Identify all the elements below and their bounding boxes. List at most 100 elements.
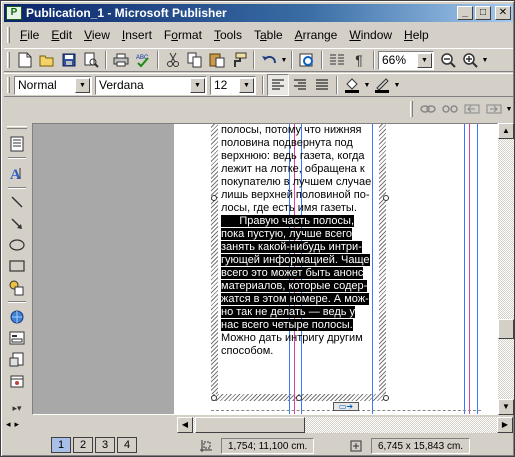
menu-view[interactable]: View [78,28,116,42]
menu-insert[interactable]: Insert [116,28,158,42]
line-color-chevron-down-icon[interactable]: ▼ [393,82,401,89]
fill-color-chevron-down-icon[interactable]: ▼ [363,82,371,89]
spelling-icon[interactable]: ABC [132,49,154,71]
form-control-icon[interactable] [6,328,28,349]
toolbar-options-chevron-down-icon[interactable]: ▼ [481,57,489,64]
align-left-icon[interactable] [267,74,289,96]
previous-frame-icon[interactable] [461,98,483,120]
scroll-right-icon[interactable]: ▸ [15,419,20,430]
arrow-tool-icon[interactable] [6,213,28,234]
zoom-combo[interactable]: 66% ▼ [378,50,434,70]
text-line[interactable]: лежит на лотке, обращена к [221,163,374,176]
columns-icon[interactable] [326,49,348,71]
text-line[interactable]: лишь верхней половиной по- [221,189,374,202]
title-bar[interactable]: P Publication_1 - Microsoft Publisher _ … [4,4,513,22]
text-line[interactable]: лосы, где есть имя газеты. [221,202,374,215]
selection-handle[interactable] [383,195,389,201]
scroll-right-button[interactable]: ▶ [497,417,513,433]
toolbar-grip[interactable] [7,52,10,68]
fill-color-icon[interactable] [341,74,363,96]
unlink-frames-icon[interactable] [439,98,461,120]
format-painter-icon[interactable] [228,49,250,71]
select-objects-icon[interactable] [6,133,28,154]
font-combo[interactable]: Verdana ▼ [95,75,207,95]
scroll-left-icon[interactable]: ◂ [6,419,11,430]
text-line[interactable]: жатся в этом номере. А мож- [221,293,374,306]
minimize-button[interactable]: _ [457,6,473,20]
font-size-combo[interactable]: 12 ▼ [210,75,256,95]
vertical-scroll-thumb[interactable] [498,319,514,339]
paragraph-mark-icon[interactable]: ¶ [348,49,370,71]
page-tab[interactable]: 3 [95,437,115,453]
toolbar-grip[interactable] [410,101,413,117]
new-icon[interactable] [14,49,36,71]
design-gallery-icon[interactable] [6,370,28,391]
selection-handle[interactable] [383,395,389,401]
save-icon[interactable] [58,49,80,71]
zoom-out-icon[interactable] [437,49,459,71]
undo-icon[interactable] [258,49,280,71]
toolbar-grip[interactable] [7,77,10,93]
horizontal-scrollbar[interactable]: ◀ ▶ [177,417,513,433]
menu-table[interactable]: Table [248,28,289,42]
text-line[interactable]: гующей информацией. Чаще [221,254,374,267]
document-workspace[interactable]: полосы, потому что нижняя половина подвер… [32,123,498,415]
text-line[interactable]: Можно дать интригу другим [221,332,374,345]
justify-icon[interactable] [311,74,333,96]
text-line[interactable]: полосы, потому что нижняя [221,124,374,137]
line-tool-icon[interactable] [6,192,28,213]
menu-edit[interactable]: Edit [45,28,78,42]
selection-handle[interactable] [211,195,217,201]
oval-tool-icon[interactable] [6,234,28,255]
page-tab[interactable]: 1 [51,437,71,453]
page-tab[interactable]: 2 [73,437,93,453]
close-button[interactable]: ✕ [495,6,511,20]
text-line[interactable]: пока пустую, лучше всего [221,228,374,241]
horizontal-scroll-thumb[interactable] [195,417,305,433]
link-frames-icon[interactable] [417,98,439,120]
text-line[interactable]: нас всего четыре полосы. [221,319,374,332]
undo-dropdown-chevron-down-icon[interactable]: ▼ [280,57,288,64]
next-frame-icon[interactable] [483,98,505,120]
chevron-down-icon[interactable]: ▼ [417,52,432,68]
more-buttons-chevron-icon[interactable]: ▸▾ [6,398,28,419]
chevron-down-icon[interactable]: ▼ [190,77,205,93]
toolbar-options-chevron-down-icon[interactable]: ▼ [505,106,513,113]
text-line[interactable]: способом. [221,345,374,358]
chevron-down-icon[interactable]: ▼ [239,77,254,93]
menu-window[interactable]: Window [343,28,398,42]
maximize-button[interactable]: □ [475,6,491,20]
text-line[interactable]: верхнюю: ведь газета, когда [221,150,374,163]
vertical-scrollbar[interactable]: ▲ ▼ [498,123,514,415]
open-icon[interactable] [36,49,58,71]
scroll-down-button[interactable]: ▼ [498,399,514,415]
rectangle-tool-icon[interactable] [6,256,28,277]
align-right-icon[interactable] [289,74,311,96]
menu-help[interactable]: Help [398,28,435,42]
text-line[interactable]: всего это может быть анонс [221,267,374,280]
publisher-app-icon[interactable]: P [6,6,22,20]
hot-spot-icon[interactable] [6,306,28,327]
autoshapes-icon[interactable] [6,277,28,298]
print-preview-icon[interactable] [80,49,102,71]
text-line[interactable]: Правую часть полосы, [221,215,374,228]
story-text[interactable]: полосы, потому что нижняя половина подвер… [221,124,374,358]
style-combo[interactable]: Normal ▼ [14,75,92,95]
cut-icon[interactable] [162,49,184,71]
copy-icon[interactable] [184,49,206,71]
text-line[interactable]: половина подвернута под [221,137,374,150]
wordart-icon[interactable]: A [6,162,28,183]
zoom-in-icon[interactable] [459,49,481,71]
text-line[interactable]: покупателю в лучшем случае [221,176,374,189]
insert-picture-icon[interactable] [296,49,318,71]
line-color-icon[interactable] [371,74,393,96]
print-icon[interactable] [110,49,132,71]
publication-page[interactable]: полосы, потому что нижняя половина подвер… [174,124,497,414]
menu-tools[interactable]: Tools [208,28,248,42]
menu-format[interactable]: Format [158,28,208,42]
scroll-up-button[interactable]: ▲ [498,123,514,139]
text-overflow-indicator-icon[interactable]: ▭➔ [333,402,359,411]
scroll-left-button[interactable]: ◀ [177,417,193,433]
html-fragment-icon[interactable] [6,349,28,370]
text-line[interactable]: но так не делать — ведь у [221,306,374,319]
